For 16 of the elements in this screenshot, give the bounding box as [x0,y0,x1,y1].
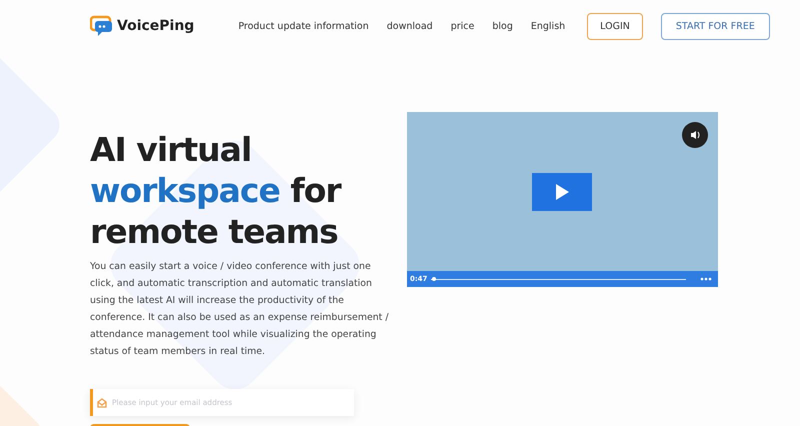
login-button[interactable]: LOGIN [587,12,643,40]
description-text: You can easily start a voice / video conference with just one click, and automatic transcription and automatic translation using the latest AI will increase the productivity of the conference. It can also be used as an expense reimbursement / attendance management tool while visualizing the operating status of team members in real time. [90,260,390,359]
headline: AI virtual workspace for remote teams [90,129,342,252]
nav-link[interactable]: price [450,20,474,32]
nav-link[interactable]: download [386,20,433,32]
more-icon[interactable] [700,277,712,281]
play-button[interactable] [532,172,592,210]
logo-text[interactable]: VoicePing [117,18,194,34]
start-button[interactable]: START FOR FREE [660,12,770,40]
nav-link[interactable]: English [530,20,566,32]
speaker-icon[interactable] [682,122,708,148]
nav-link[interactable]: blog [492,20,513,32]
nav-link[interactable]: Product update information [238,20,369,32]
chat-bubble-icon [90,15,114,37]
envelope-icon [97,398,107,408]
play-icon [555,184,570,200]
